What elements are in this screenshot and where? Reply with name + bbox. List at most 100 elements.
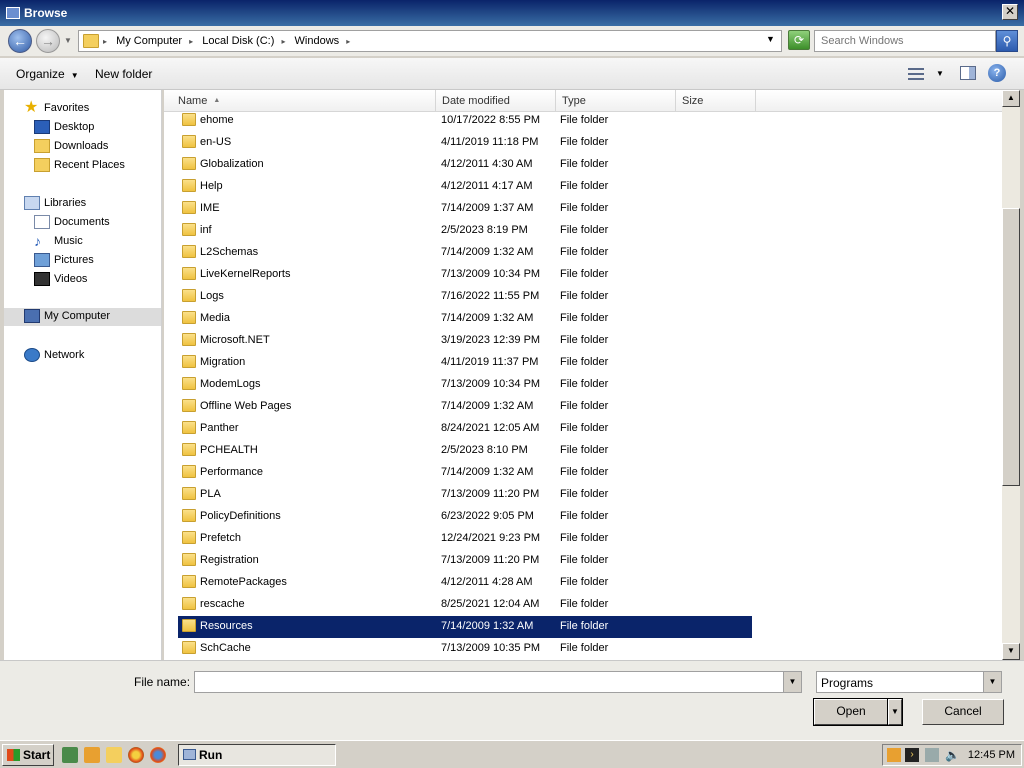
tray-volume-icon[interactable]: 🔈	[945, 748, 960, 762]
nav-libraries[interactable]: Libraries	[24, 195, 154, 213]
file-row[interactable]: Help 4/12/2011 4:17 AM File folder	[178, 176, 752, 198]
file-row[interactable]: IME 7/14/2009 1:37 AM File folder	[178, 198, 752, 220]
start-label: Start	[23, 748, 51, 762]
file-row[interactable]: Microsoft.NET 3/19/2023 12:39 PM File fold…	[178, 330, 752, 352]
file-name-input[interactable]	[199, 673, 779, 691]
tray-network-icon[interactable]	[925, 748, 939, 762]
file-row[interactable]: PLA 7/13/2009 11:20 PM File folder	[178, 484, 752, 506]
organize-label: Organize	[16, 67, 65, 81]
file-type: File folder	[560, 400, 609, 412]
back-button[interactable]: ←	[8, 29, 32, 53]
tray-updates-icon[interactable]	[887, 748, 901, 762]
file-name-combobox[interactable]: ▼	[194, 671, 802, 693]
search-box[interactable]	[814, 30, 996, 52]
nav-pictures[interactable]: Pictures	[34, 252, 154, 270]
open-dropdown-icon[interactable]: ▼	[887, 698, 903, 726]
column-header-type[interactable]: Type	[556, 90, 676, 112]
nav-videos[interactable]: Videos	[34, 271, 154, 289]
file-row[interactable]: ModemLogs 7/13/2009 10:34 PM File folder	[178, 374, 752, 396]
file-name-dropdown-icon[interactable]: ▼	[783, 672, 801, 692]
file-row[interactable]: LiveKernelReports 7/13/2009 10:34 PM File …	[178, 264, 752, 286]
music-icon: ♪	[34, 233, 41, 249]
nav-desktop-label: Desktop	[54, 121, 95, 133]
quicklaunch-explorer-icon[interactable]	[106, 747, 122, 763]
file-row[interactable]: Migration 4/11/2019 11:37 PM File folder	[178, 352, 752, 374]
refresh-icon[interactable]: ⟳	[788, 30, 810, 50]
start-button[interactable]: Start	[2, 744, 54, 766]
breadcrumb-windows[interactable]: Windows	[295, 35, 340, 47]
close-button[interactable]: ✕	[1002, 4, 1018, 20]
file-row[interactable]: Globalization 4/12/2011 4:30 AM File folde…	[178, 154, 752, 176]
file-type-filter-select[interactable]: Programs ▼	[816, 671, 1002, 693]
quicklaunch-desktop-icon[interactable]	[62, 747, 78, 763]
file-row[interactable]: L2Schemas 7/14/2009 1:32 AM File folder	[178, 242, 752, 264]
address-bar[interactable]: ▸ My Computer ▸ Local Disk (C:) ▸ Window…	[78, 30, 782, 52]
folder-icon	[182, 223, 196, 236]
clock[interactable]: 12:45 PM	[968, 749, 1015, 761]
open-button[interactable]: Open	[813, 698, 889, 726]
search-icon[interactable]: ⚲	[996, 30, 1018, 52]
view-options-icon[interactable]	[908, 67, 926, 81]
file-row[interactable]: Resources 7/14/2009 1:32 AM File folder	[178, 616, 752, 638]
folder-icon	[182, 421, 196, 434]
file-row[interactable]: Panther 8/24/2021 12:05 AM File folder	[178, 418, 752, 440]
nav-favorites[interactable]: ★ Favorites	[24, 100, 154, 118]
file-row[interactable]: inf 2/5/2023 8:19 PM File folder	[178, 220, 752, 242]
nav-downloads[interactable]: Downloads	[34, 138, 154, 156]
scroll-down-arrow-icon[interactable]: ▼	[1002, 643, 1020, 660]
breadcrumb-root-arrow[interactable]: ▸	[103, 37, 107, 46]
column-header-size[interactable]: Size	[676, 90, 756, 112]
taskbar-item-run[interactable]: Run	[178, 744, 336, 766]
organize-button[interactable]: Organize ▼	[16, 67, 79, 81]
file-row[interactable]: Registration 7/13/2009 11:20 PM File folde…	[178, 550, 752, 572]
file-row[interactable]: Prefetch 12/24/2021 9:23 PM File folder	[178, 528, 752, 550]
nav-documents[interactable]: Documents	[34, 214, 154, 232]
quicklaunch-chrome2-icon[interactable]	[150, 747, 166, 763]
file-row[interactable]: Media 7/14/2009 1:32 AM File folder	[178, 308, 752, 330]
column-header-name[interactable]: Name ▲	[172, 90, 436, 112]
file-name: SchCache	[200, 642, 251, 654]
file-row[interactable]: PCHEALTH 2/5/2023 8:10 PM File folder	[178, 440, 752, 462]
tray-terminal-icon[interactable]: ›	[905, 748, 919, 762]
breadcrumb-arrow[interactable]: ▸	[189, 37, 193, 46]
scroll-up-arrow-icon[interactable]: ▲	[1002, 90, 1020, 107]
file-row[interactable]: PolicyDefinitions 6/23/2022 9:05 PM File f…	[178, 506, 752, 528]
file-type: File folder	[560, 466, 609, 478]
vertical-scrollbar[interactable]: ▲ ▼	[1002, 90, 1020, 660]
filter-dropdown-icon[interactable]: ▼	[983, 672, 1001, 692]
file-row[interactable]: Offline Web Pages 7/14/2009 1:32 AM File f…	[178, 396, 752, 418]
recent-pages-dropdown[interactable]: ▼	[64, 36, 74, 46]
file-row[interactable]: rescache 8/25/2021 12:04 AM File folder	[178, 594, 752, 616]
file-row[interactable]: en-US 4/11/2019 11:18 PM File folder	[178, 132, 752, 154]
help-icon[interactable]: ?	[988, 64, 1006, 82]
forward-button[interactable]: →	[36, 29, 60, 53]
breadcrumb-arrow[interactable]: ▸	[346, 37, 350, 46]
nav-recent-places[interactable]: Recent Places	[34, 157, 154, 175]
breadcrumb-arrow[interactable]: ▸	[281, 37, 285, 46]
file-row[interactable]: Logs 7/16/2022 11:55 PM File folder	[178, 286, 752, 308]
search-input[interactable]	[821, 32, 991, 50]
file-row[interactable]: SchCache 7/13/2009 10:35 PM File folder	[178, 638, 752, 660]
view-dropdown-icon[interactable]: ▼	[936, 69, 944, 78]
column-header-date[interactable]: Date modified	[436, 90, 556, 112]
file-row[interactable]: RemotePackages 4/12/2011 4:28 AM File fold…	[178, 572, 752, 594]
scrollbar-thumb[interactable]	[1002, 208, 1020, 486]
nav-music[interactable]: ♪ Music	[34, 233, 154, 251]
breadcrumb-my-computer[interactable]: My Computer	[116, 35, 182, 47]
new-folder-button[interactable]: New folder	[95, 67, 152, 81]
file-name: PolicyDefinitions	[200, 510, 281, 522]
nav-network[interactable]: Network	[24, 347, 154, 365]
breadcrumb-local-disk[interactable]: Local Disk (C:)	[202, 35, 274, 47]
address-dropdown-arrow[interactable]: ▼	[766, 34, 775, 44]
file-type-filter-value: Programs	[821, 676, 874, 690]
quicklaunch-chrome-icon[interactable]	[128, 747, 144, 763]
cancel-button[interactable]: Cancel	[922, 699, 1004, 725]
file-row[interactable]: Performance 7/14/2009 1:32 AM File folder	[178, 462, 752, 484]
folder-icon	[182, 311, 196, 324]
preview-pane-icon[interactable]	[960, 66, 976, 80]
quicklaunch-media-icon[interactable]	[84, 747, 100, 763]
nav-desktop[interactable]: Desktop	[34, 119, 154, 137]
file-row[interactable]: ehome 10/17/2022 8:55 PM File folder	[178, 110, 752, 132]
folder-icon	[182, 245, 196, 258]
nav-my-computer[interactable]: My Computer	[4, 308, 161, 326]
